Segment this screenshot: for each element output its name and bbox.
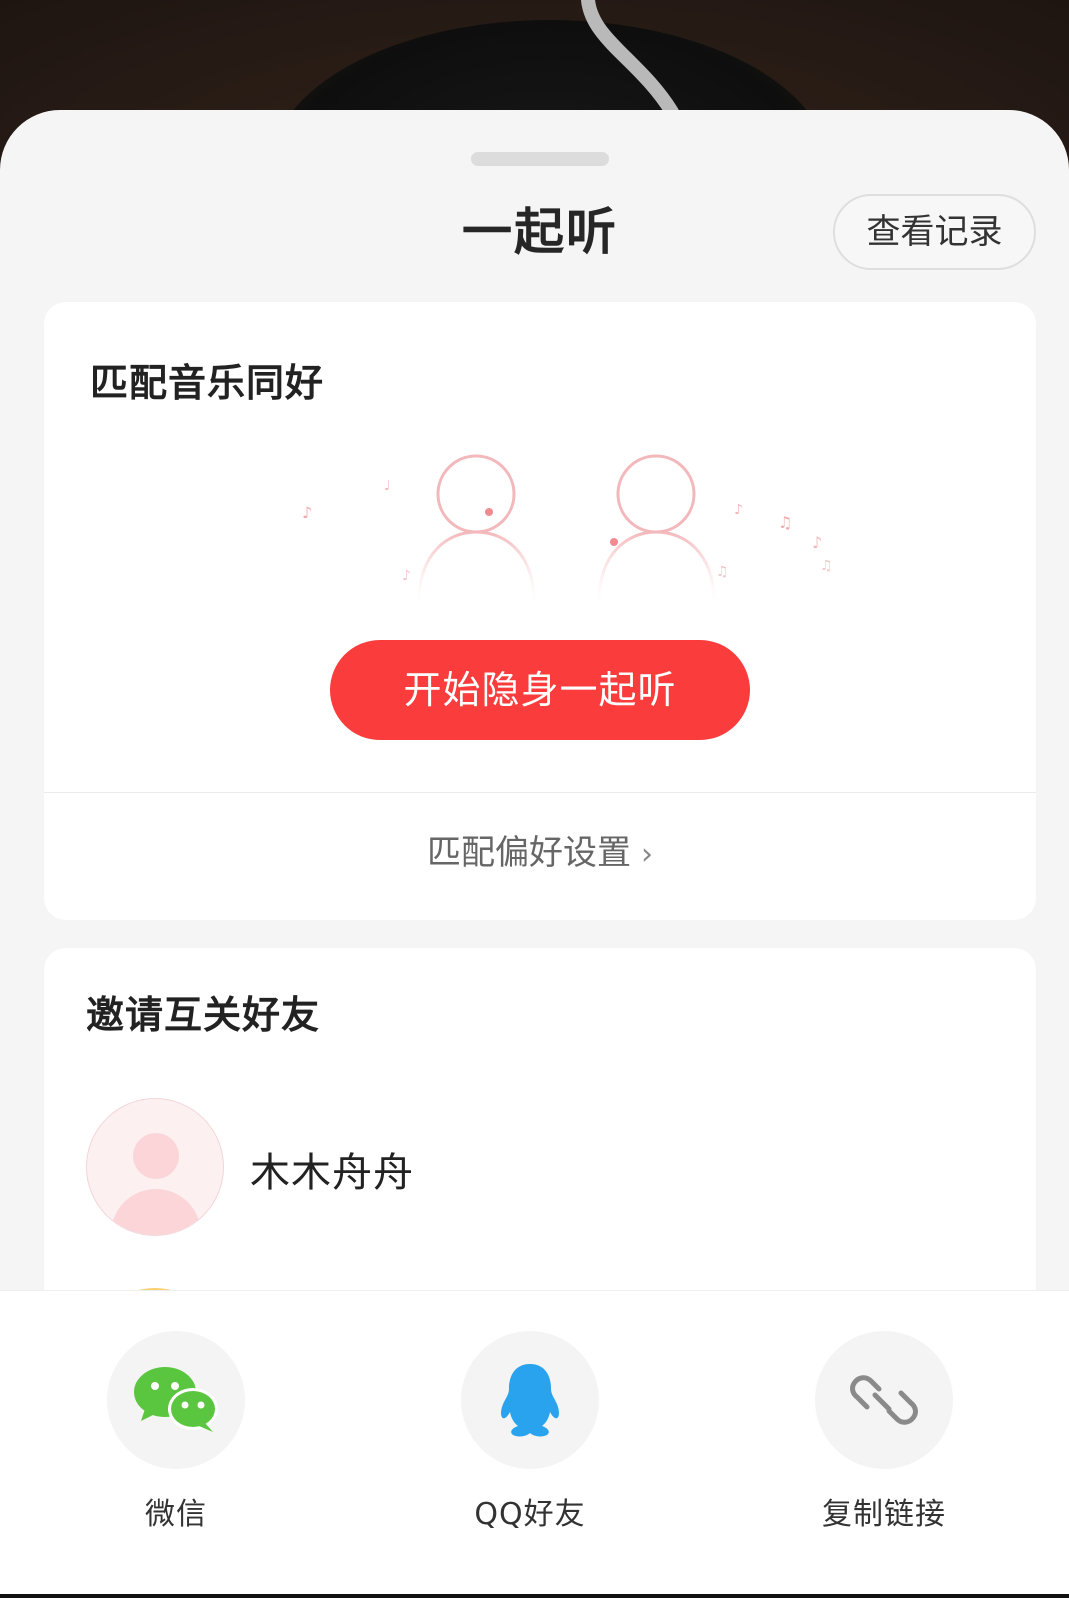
svg-text:♫: ♫	[778, 513, 792, 532]
svg-text:♪: ♪	[812, 533, 822, 552]
friend-name: 木木舟舟	[250, 1150, 414, 1196]
copy-link-label: 复制链接	[822, 1497, 946, 1532]
share-qq-button[interactable]: QQ好友	[420, 1331, 640, 1551]
two-listeners-illustration: ♪ ♩ ♪ ♪ ♫ ♪ ♫ ♫	[302, 454, 833, 603]
match-preference-label: 匹配偏好设置	[427, 833, 631, 873]
chevron-right-icon: ›	[641, 837, 653, 872]
share-wechat-label: 微信	[145, 1497, 207, 1532]
match-preference-link[interactable]: 匹配偏好设置 ›	[44, 794, 1036, 920]
avatar	[86, 1098, 224, 1236]
match-card-title: 匹配音乐同好	[90, 361, 325, 405]
svg-text:♫: ♫	[820, 558, 833, 574]
svg-text:♪: ♪	[734, 502, 743, 518]
card-divider	[44, 792, 1036, 793]
invite-card-title: 邀请互关好友	[86, 993, 321, 1037]
share-icon-circle	[107, 1331, 245, 1469]
bottom-edge	[0, 1594, 1069, 1598]
wechat-icon	[134, 1367, 218, 1432]
svg-text:♩: ♩	[384, 478, 391, 494]
qq-icon	[501, 1364, 559, 1437]
link-icon	[850, 1375, 918, 1425]
view-history-button[interactable]: 查看记录	[833, 194, 1036, 270]
svg-text:♫: ♫	[716, 564, 729, 580]
share-icon-circle	[815, 1331, 953, 1469]
start-incognito-listen-button[interactable]: 开始隐身一起听	[330, 640, 750, 740]
copy-link-button[interactable]: 复制链接	[774, 1331, 994, 1551]
svg-text:♪: ♪	[302, 503, 312, 522]
friend-list-item[interactable]: 木木舟舟	[86, 1098, 986, 1238]
default-avatar-body	[111, 1189, 201, 1235]
svg-text:♪: ♪	[402, 568, 411, 584]
drag-handle[interactable]	[471, 152, 609, 166]
match-card: 匹配音乐同好 ♪ ♩ ♪ ♪ ♫ ♪ ♫ ♫ 开始隐身一起听 匹配偏好设置 ›	[44, 302, 1036, 920]
share-bar: 微信 QQ好友 复制链接	[0, 1290, 1069, 1598]
default-avatar-head	[133, 1133, 179, 1179]
share-icon-circle	[461, 1331, 599, 1469]
share-wechat-button[interactable]: 微信	[66, 1331, 286, 1551]
share-qq-label: QQ好友	[474, 1497, 586, 1532]
